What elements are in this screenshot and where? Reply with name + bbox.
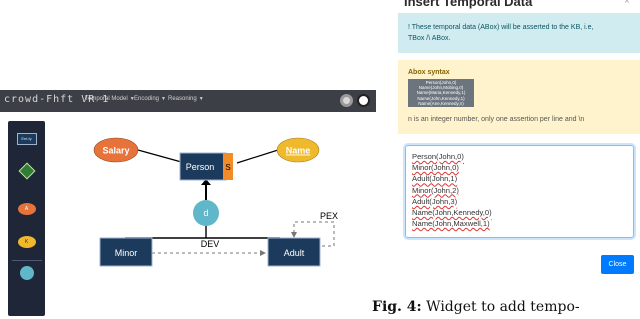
entity-minor-label: Minor — [115, 248, 138, 258]
assertion-line: Name(John,Kennedy,0) — [412, 208, 492, 218]
er-diagram-canvas[interactable]: Salary Name Person S d Minor Adult DEV P… — [60, 115, 370, 315]
syntax-code-block: Person(John,0) Name(John,Mobing,0) Name(… — [408, 79, 474, 108]
palette-key-attribute[interactable]: K — [17, 236, 36, 248]
assertion-line: Adult(John,1) — [412, 174, 458, 184]
element-palette: Ent.ty A K — [8, 121, 45, 316]
figure-caption: Fig. 4: Widget to add tempo- — [372, 299, 580, 315]
info-line: TBox /\ ABox. — [408, 35, 451, 42]
palette-relationship[interactable] — [18, 162, 35, 180]
menu-temporal-model[interactable]: Temporal Model ▼ — [85, 96, 135, 102]
info-line: ! These temporal data (ABox) will be ass… — [408, 24, 594, 31]
chevron-down-icon: ▼ — [198, 96, 204, 102]
close-button[interactable]: Close — [601, 255, 634, 274]
figure-caption-text: Widget to add tempo- — [426, 299, 580, 315]
assertion-line: Person(John,0) — [412, 152, 464, 161]
attribute-salary-label: Salary — [102, 146, 129, 156]
gear-icon[interactable] — [340, 94, 353, 107]
syntax-label: Abox syntax — [408, 69, 450, 76]
edge-salary-person — [137, 149, 186, 164]
attribute-name-label: Name — [286, 146, 311, 156]
palette-inheritance[interactable] — [19, 266, 34, 280]
syntax-alert: Abox syntax Person(John,0) Name(John,Mob… — [398, 60, 640, 134]
syntax-code-line: Name(Ane,Kennedy,n) — [418, 100, 464, 106]
dialog-title: Insert Temporal Data — [404, 0, 533, 9]
assertions-textarea[interactable]: Person(John,0) Minor(John,0) Adult(John,… — [405, 145, 634, 238]
arrow-head-icon — [291, 232, 297, 238]
relation-dev-label: DEV — [201, 239, 220, 249]
assertion-line: Minor(John,2) — [412, 185, 459, 195]
relation-pex-label: PEX — [320, 211, 338, 221]
assertion-line: Adult(John,3) — [412, 196, 458, 206]
palette-divider — [11, 260, 42, 261]
figure-label: Fig. 4: — [372, 299, 422, 315]
app-toolbar: crowd-Fhft VR 1 Temporal Model ▼ Encoding… — [0, 90, 376, 112]
inheritance-label: d — [203, 208, 208, 218]
palette-entity[interactable]: Ent.ty — [16, 133, 37, 145]
user-icon[interactable] — [357, 94, 370, 107]
menu-encoding[interactable]: Encoding ▼ — [134, 96, 166, 102]
menu-reasoning[interactable]: Reasoning ▼ — [168, 96, 204, 102]
edge-person-name — [236, 149, 279, 164]
entity-adult-label: Adult — [284, 248, 305, 258]
assertion-line: Name(John,Maxwell,1) — [412, 219, 490, 229]
snapshot-marker-label: S — [225, 163, 230, 172]
entity-person-label: Person — [186, 162, 215, 172]
syntax-code-line: Name(Maria,Kennedy,1) — [416, 90, 466, 96]
arrow-head-icon — [260, 250, 266, 256]
assertion-line: Minor(John,0) — [412, 163, 459, 173]
info-alert: ! These temporal data (ABox) will be ass… — [398, 13, 640, 53]
close-icon[interactable]: × — [624, 0, 630, 7]
syntax-note: n is an integer number, only one asserti… — [408, 116, 585, 123]
chevron-down-icon: ▼ — [161, 96, 166, 102]
palette-attribute[interactable]: A — [17, 203, 36, 215]
